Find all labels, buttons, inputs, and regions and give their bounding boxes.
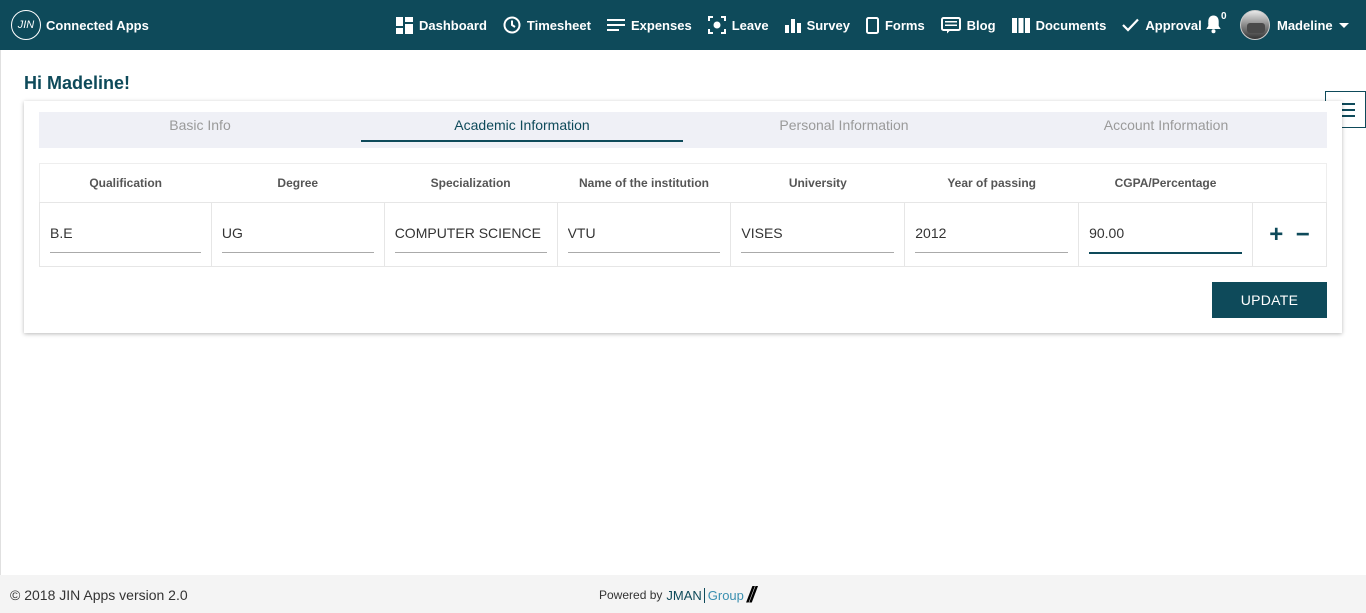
profile-tabs: Basic Info Academic Information Personal… xyxy=(39,112,1327,148)
qualification-input[interactable] xyxy=(50,216,201,253)
group-logo-text: Group xyxy=(703,587,744,603)
footer: © 2018 JIN Apps version 2.0 Powered by J… xyxy=(0,575,1366,613)
row-actions-cell: + − xyxy=(1251,202,1328,267)
dashboard-icon xyxy=(396,16,413,34)
specialization-input[interactable] xyxy=(394,216,547,253)
nav-expenses-label: Expenses xyxy=(630,17,692,33)
profile-card: Basic Info Academic Information Personal… xyxy=(24,101,1342,333)
column-header-degree: Degree xyxy=(211,163,385,203)
nav-blog-label: Blog xyxy=(966,17,996,33)
nav-timesheet-label: Timesheet xyxy=(526,17,591,33)
form-icon xyxy=(865,16,879,34)
copyright-text: © 2018 JIN Apps version 2.0 xyxy=(10,587,188,603)
remove-row-button[interactable]: − xyxy=(1296,222,1310,247)
powered-by-label: Powered by xyxy=(599,588,663,602)
brand[interactable]: JIN Connected Apps xyxy=(11,10,149,40)
column-header-university: University xyxy=(730,163,905,203)
nav-approval[interactable]: Approval xyxy=(1122,17,1218,33)
blog-icon xyxy=(940,16,961,33)
user-menu[interactable]: Madeline xyxy=(1240,10,1349,40)
academic-table: Qualification Degree Specialization Name… xyxy=(39,163,1328,267)
tab-basic-info[interactable]: Basic Info xyxy=(39,112,361,148)
column-header-institution: Name of the institution xyxy=(557,163,731,203)
nav-expenses[interactable]: Expenses xyxy=(606,17,692,33)
add-row-button[interactable]: + xyxy=(1269,222,1283,247)
table-row: + − xyxy=(39,202,1328,267)
page-greeting: Hi Madeline! xyxy=(24,73,131,93)
update-button[interactable]: UPDATE xyxy=(1212,282,1327,318)
university-cell xyxy=(730,202,906,267)
nav-leave[interactable]: Leave xyxy=(707,16,769,34)
table-header-row: Qualification Degree Specialization Name… xyxy=(39,163,1328,203)
app-name: Connected Apps xyxy=(46,17,149,33)
nav-dashboard-label: Dashboard xyxy=(419,17,487,33)
cgpa-input[interactable] xyxy=(1089,215,1242,254)
jman-logo-text: JMAN xyxy=(666,587,702,603)
nav-forms-label: Forms xyxy=(884,17,925,33)
nav-survey-label: Survey xyxy=(806,17,850,33)
jman-slash-mark: // xyxy=(746,582,756,607)
jin-logo: JIN xyxy=(11,10,41,40)
bar-chart-icon xyxy=(784,19,801,33)
nav-timesheet[interactable]: Timesheet xyxy=(503,16,591,34)
column-header-qualification: Qualification xyxy=(39,163,212,203)
institution-cell xyxy=(556,202,732,267)
tab-personal-information[interactable]: Personal Information xyxy=(683,112,1005,148)
qualification-cell xyxy=(39,202,212,267)
chevron-down-icon xyxy=(1338,22,1349,28)
year-cell xyxy=(904,202,1080,267)
check-icon xyxy=(1122,18,1140,32)
tab-academic-information[interactable]: Academic Information xyxy=(361,112,683,148)
user-name: Madeline xyxy=(1277,17,1333,33)
notifications-button[interactable]: 0 xyxy=(1205,11,1227,34)
column-header-cgpa: CGPA/Percentage xyxy=(1078,163,1253,203)
nav-documents[interactable]: Documents xyxy=(1011,17,1107,33)
notification-count: 0 xyxy=(1221,11,1227,22)
specialization-cell xyxy=(383,202,558,267)
list-icon xyxy=(606,19,625,31)
nav-survey[interactable]: Survey xyxy=(784,17,850,33)
nav-leave-label: Leave xyxy=(731,17,769,33)
column-header-year-of-passing: Year of passing xyxy=(904,163,1079,203)
column-header-specialization: Specialization xyxy=(384,163,558,203)
top-navbar: JIN Connected Apps Dashboard Timesheet E… xyxy=(0,0,1366,50)
documents-icon xyxy=(1011,17,1030,33)
cgpa-cell xyxy=(1078,202,1253,267)
column-header-actions xyxy=(1252,163,1328,203)
leave-icon xyxy=(707,16,726,34)
nav-dashboard[interactable]: Dashboard xyxy=(396,16,487,34)
powered-by: Powered by JMAN Group // xyxy=(599,582,756,607)
year-of-passing-input[interactable] xyxy=(915,216,1069,253)
nav-documents-label: Documents xyxy=(1035,17,1107,33)
bell-icon xyxy=(1206,15,1221,34)
nav-blog[interactable]: Blog xyxy=(940,16,996,34)
institution-input[interactable] xyxy=(567,216,721,253)
tab-account-information[interactable]: Account Information xyxy=(1005,112,1327,148)
main-nav: Dashboard Timesheet Expenses Leave Surve… xyxy=(396,0,1234,50)
degree-input[interactable] xyxy=(221,216,374,253)
page-left-border xyxy=(0,50,1,575)
clock-icon xyxy=(503,16,521,34)
university-input[interactable] xyxy=(741,216,895,253)
degree-cell xyxy=(210,202,385,267)
nav-forms[interactable]: Forms xyxy=(865,16,925,34)
nav-approval-label: Approval xyxy=(1145,17,1202,33)
avatar xyxy=(1240,10,1270,40)
